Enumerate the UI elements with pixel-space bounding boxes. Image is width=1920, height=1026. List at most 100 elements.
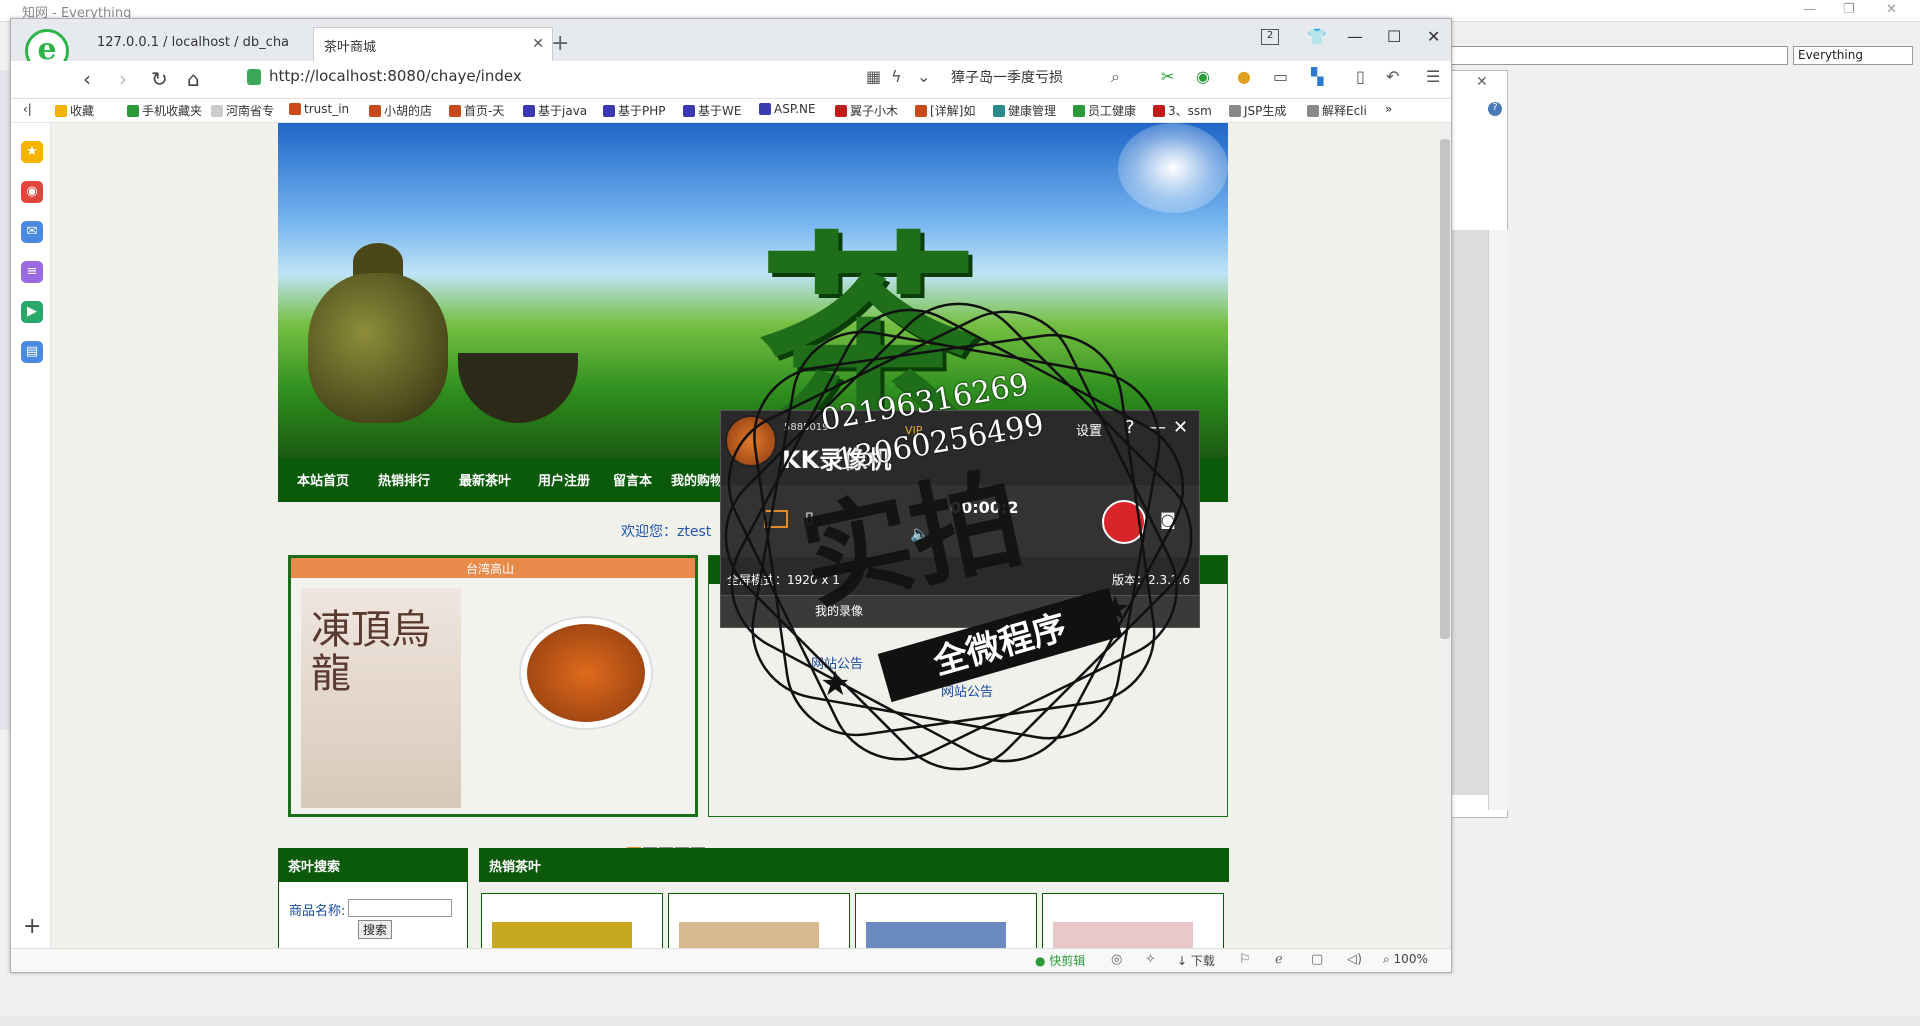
product-card[interactable] [1042,893,1224,948]
window-count-badge[interactable]: 2 [1261,29,1279,45]
qr-icon[interactable]: ▦ [866,67,881,86]
favorite-item[interactable]: trust_in [289,102,349,116]
mail-icon[interactable]: ✉ [21,221,43,243]
forward-icon[interactable]: › [119,67,127,91]
nav-register[interactable]: 用户注册 [538,470,590,489]
weibo-icon[interactable]: ◉ [21,181,43,203]
quick-edit-item[interactable]: ● 快剪辑 [1035,952,1085,969]
hot-tea-title: 热销茶叶 [479,848,1229,882]
back-icon[interactable]: ‹ [83,67,91,91]
star-icon[interactable]: ★ [21,141,43,163]
help-icon[interactable]: ? [1488,102,1502,116]
ie-icon[interactable]: ℯ [1275,952,1283,967]
site-icon [449,105,461,117]
search-input[interactable]: 獐子岛一季度亏损 [951,67,1063,87]
add-icon[interactable]: + [23,914,41,939]
favorite-item[interactable]: 解释Ecli [1307,102,1367,119]
product-card[interactable] [668,893,850,948]
status-bar [11,948,1451,972]
favorite-item[interactable]: 员工健康 [1073,102,1136,119]
window-icon[interactable]: ▢ [1311,952,1323,967]
lightning-icon[interactable]: ϟ [891,67,902,86]
maximize-icon[interactable]: ☐ [1387,27,1401,46]
favorite-item[interactable]: 首页-天 [449,102,504,119]
accelerate-icon[interactable]: ◎ [1111,952,1122,967]
coin-icon[interactable]: ● [1237,67,1251,86]
translate-icon[interactable]: ◉ [1196,67,1210,86]
product-card[interactable] [855,893,1037,948]
everything-status-bar [0,1016,1920,1026]
welcome-text: 欢迎您：ztest [621,524,712,540]
sun-graphic [1118,123,1228,213]
more-favorites-icon[interactable]: » [1385,102,1392,116]
favorite-item[interactable]: 手机收藏夹 [127,102,202,119]
scissors-icon[interactable]: ✂ [1161,67,1174,86]
close-icon[interactable]: ✕ [1427,27,1440,46]
site-icon [835,105,847,117]
left-sidebar [11,123,51,948]
security-shield-icon[interactable] [247,69,261,85]
tea-package-text: 凍頂烏龍 [311,607,431,697]
apps-icon[interactable]: ▚ [1311,67,1323,86]
list-icon[interactable]: ≡ [21,261,43,283]
flag-icon[interactable]: ⚐ [1239,952,1251,967]
site-icon [603,105,615,117]
volume-icon[interactable]: ◁) [1347,952,1362,967]
product-image [492,922,632,948]
nav-home[interactable]: 本站首页 [297,470,349,489]
dropdown-icon[interactable]: ⌄ [917,67,930,86]
favorite-item[interactable]: ASP.NE [759,102,816,116]
favorite-item[interactable]: 收藏 [55,102,94,119]
scrollbar-thumb[interactable] [1440,139,1450,639]
site-icon [289,103,301,115]
favorite-item[interactable]: 健康管理 [993,102,1056,119]
menu-icon[interactable]: ☰ [1426,67,1440,86]
favorite-item[interactable]: [详解]如 [915,102,975,119]
search-icon[interactable]: ⌕ [1111,67,1120,87]
product-image [866,922,1006,948]
undo-icon[interactable]: ↶ [1386,67,1399,86]
tools-icon[interactable]: ✧ [1145,952,1156,967]
new-tab-icon[interactable]: + [551,31,569,56]
favorite-item[interactable]: 基于WE [683,102,741,119]
search-button[interactable]: 搜索 [358,920,392,939]
favorite-item[interactable]: 基于PHP [603,102,666,119]
favorite-item[interactable]: 3、ssm [1153,102,1212,119]
download-item[interactable]: ↓ 下载 [1177,952,1215,969]
nav-hot-ranking[interactable]: 热销排行 [378,470,430,489]
favorite-item[interactable]: 河南省专 [211,102,274,119]
site-icon [369,105,381,117]
favorite-item[interactable]: JSP生成 [1229,102,1286,119]
screenshot-icon[interactable]: ▭ [1273,67,1288,86]
url-input[interactable]: http://localhost:8080/chaye/index [269,67,522,85]
search-panel-title: 茶叶搜索 [278,848,468,882]
slide-image[interactable]: 凍頂烏龍 [291,578,695,814]
doc-icon[interactable]: ▤ [21,341,43,363]
tab-close-icon[interactable]: ✕ [532,36,544,52]
document-scrollbar[interactable] [1488,230,1508,810]
everything-search-input[interactable] [1440,46,1788,65]
product-name-input[interactable] [348,899,452,917]
favorites-toggle-icon[interactable]: ‹| [23,102,32,116]
restore-icon[interactable]: ❐ [1843,2,1855,17]
favorite-item[interactable]: 翼子小木 [835,102,898,119]
zoom-level[interactable]: ⌕ 100% [1383,952,1428,967]
product-card[interactable] [481,893,663,948]
favorite-item[interactable]: 基于java [523,102,587,119]
tea-cup-graphic [458,353,578,423]
tab-tea-shop[interactable]: 茶叶商城 ✕ [313,27,553,61]
minimize-icon[interactable]: — [1347,27,1363,46]
reload-icon[interactable]: ↻ [151,67,168,91]
nav-guestbook[interactable]: 留言本 [613,470,652,489]
close-icon[interactable]: ✕ [1476,74,1488,90]
everything-filter-select[interactable]: Everything [1793,46,1913,65]
favorite-item[interactable]: 小胡的店 [369,102,432,119]
video-icon[interactable]: ▶ [21,301,43,323]
tab-phpmyadmin[interactable]: 127.0.0.1 / localhost / db_cha [87,27,317,61]
skin-icon[interactable]: 👕 [1307,27,1327,46]
close-icon[interactable]: ✕ [1886,2,1897,17]
reading-icon[interactable]: ▯ [1356,67,1365,86]
nav-new-tea[interactable]: 最新茶叶 [459,470,511,489]
minimize-icon[interactable]: — [1803,2,1816,17]
home-icon[interactable]: ⌂ [187,67,200,91]
